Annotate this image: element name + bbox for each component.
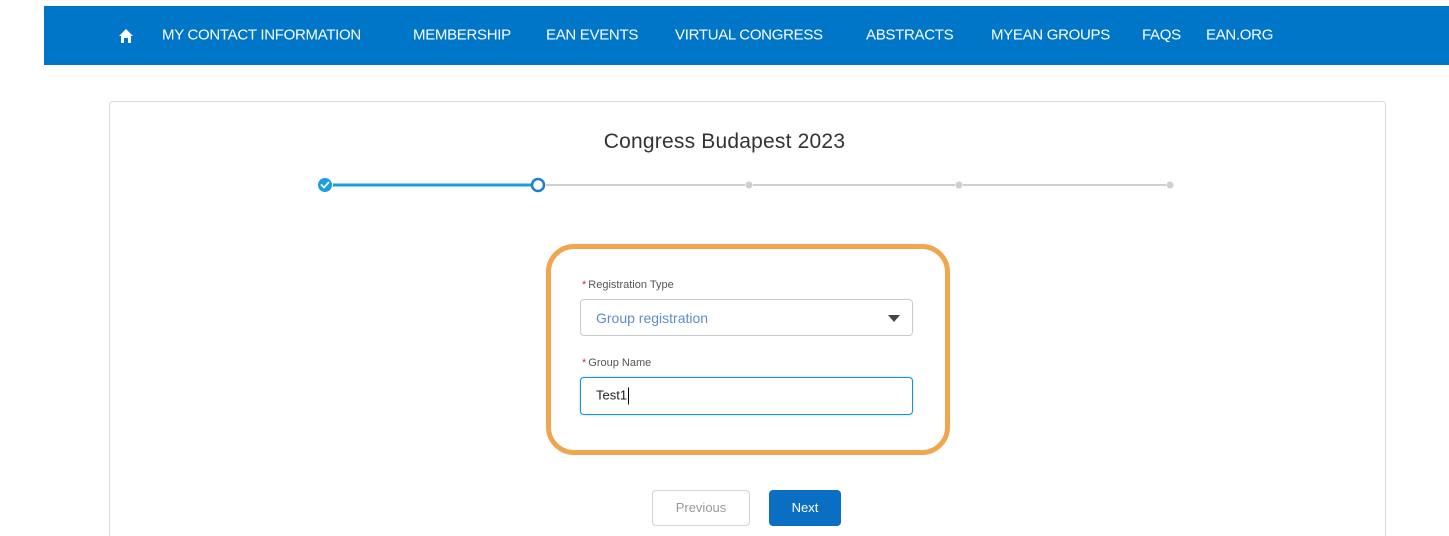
registration-type-select[interactable]: Group registration xyxy=(580,299,913,336)
page-title: Congress Budapest 2023 xyxy=(603,130,846,153)
group-name-input[interactable]: Test1 xyxy=(580,377,913,415)
nav-item-ean-org[interactable]: EAN.ORG xyxy=(1206,27,1273,44)
group-name-label-text: Group Name xyxy=(588,357,652,369)
group-name-label: * Group Name xyxy=(582,357,651,369)
text-cursor xyxy=(628,387,630,405)
nav-item-virtual-congress[interactable]: VIRTUAL CONGRESS xyxy=(675,27,823,44)
page: MY CONTACT INFORMATION MEMBERSHIP EAN EV… xyxy=(0,0,1449,536)
nav-item-myean-groups[interactable]: MYEAN GROUPS xyxy=(991,27,1110,44)
top-navbar: MY CONTACT INFORMATION MEMBERSHIP EAN EV… xyxy=(44,6,1449,65)
next-button[interactable]: Next xyxy=(769,490,841,526)
nav-item-my-contact-information[interactable]: MY CONTACT INFORMATION xyxy=(162,27,361,44)
previous-button[interactable]: Previous xyxy=(652,490,750,526)
registration-type-label: * Registration Type xyxy=(582,279,674,291)
registration-type-label-text: Registration Type xyxy=(588,279,674,291)
required-mark: * xyxy=(582,357,587,369)
group-name-text: Test1 xyxy=(596,387,628,403)
nav-item-faqs[interactable]: FAQS xyxy=(1142,27,1181,44)
caret-down-icon xyxy=(888,315,900,322)
nav-item-abstracts[interactable]: ABSTRACTS xyxy=(866,27,954,44)
nav-item-membership[interactable]: MEMBERSHIP xyxy=(413,27,511,44)
group-name-value: Test1 xyxy=(596,387,630,405)
required-mark: * xyxy=(582,279,587,291)
home-icon[interactable] xyxy=(118,28,134,44)
nav-item-ean-events[interactable]: EAN EVENTS xyxy=(546,27,638,44)
registration-type-value: Group registration xyxy=(596,309,709,326)
highlight-outline xyxy=(546,244,950,455)
